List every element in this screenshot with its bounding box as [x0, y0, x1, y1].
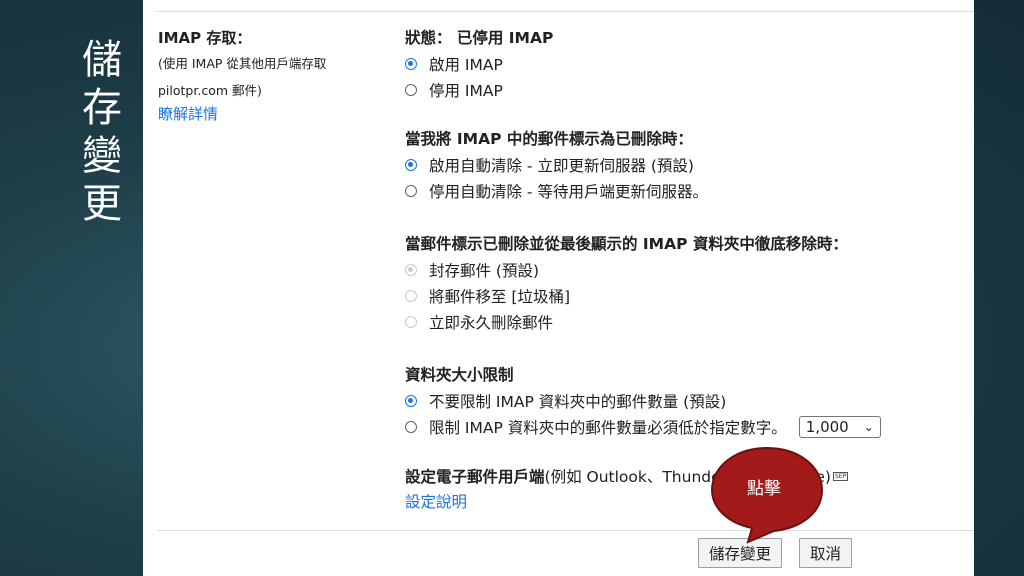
radio-button[interactable] — [405, 264, 417, 276]
imap-description-line: pilotpr.com 郵件) — [158, 83, 262, 98]
sep-glyph-icon: SEP — [832, 471, 849, 481]
imap-description-line: (使用 IMAP 從其他用戶端存取 — [158, 56, 327, 71]
deletion-title: 當郵件標示已刪除並從最後顯示的 IMAP 資料夾中徹底移除時： — [405, 235, 848, 253]
imap-settings-column: 狀態： 已停用 IMAP 啟用 IMAP 停用 IMAP 當我將 IMAP 中的… — [405, 28, 965, 512]
select-value: 1,000 — [805, 418, 849, 436]
radio-button[interactable] — [405, 58, 417, 70]
option-label: 停用 IMAP — [429, 82, 503, 100]
option-label: 啟用自動清除 - 立即更新伺服器 (預設) — [429, 157, 694, 175]
expunge-title: 當我將 IMAP 中的郵件標示為已刪除時： — [405, 130, 693, 148]
folder-limit-group: 資料夾大小限制 不要限制 IMAP 資料夾中的郵件數量 (預設) 限制 IMAP… — [405, 365, 965, 440]
imap-description: (使用 IMAP 從其他用戶端存取 pilotpr.com 郵件) — [158, 50, 388, 104]
option-label: 封存郵件 (預設) — [429, 262, 540, 280]
radio-button[interactable] — [405, 84, 417, 96]
option-label: 立即永久刪除郵件 — [429, 314, 554, 332]
option-label: 啟用 IMAP — [429, 56, 503, 74]
option-label: 限制 IMAP 資料夾中的郵件數量必須低於指定數字。 — [429, 419, 787, 437]
client-title-bold: 設定電子郵件用戶端 — [405, 468, 545, 486]
slide-title-char: 更 — [82, 181, 122, 227]
client-group: 設定電子郵件用戶端 (例如 Outlook、Thunderbird、iPhone… — [405, 462, 965, 512]
auto-expunge-off-option[interactable]: 停用自動清除 - 等待用戶端更新伺服器。 — [405, 178, 965, 204]
slide-title-char: 儲 — [82, 37, 122, 83]
divider — [157, 530, 974, 531]
imap-access-label: IMAP 存取： — [158, 29, 252, 47]
deletion-group: 當郵件標示已刪除並從最後顯示的 IMAP 資料夾中徹底移除時： 封存郵件 (預設… — [405, 234, 965, 335]
move-to-trash-option[interactable]: 將郵件移至 [垃圾桶] — [405, 283, 965, 309]
auto-expunge-on-option[interactable]: 啟用自動清除 - 立即更新伺服器 (預設) — [405, 152, 965, 178]
expunge-group: 當我將 IMAP 中的郵件標示為已刪除時： 啟用自動清除 - 立即更新伺服器 (… — [405, 129, 965, 204]
enable-imap-option[interactable]: 啟用 IMAP — [405, 51, 965, 77]
settings-panel: IMAP 存取： (使用 IMAP 從其他用戶端存取 pilotpr.com 郵… — [143, 0, 974, 576]
folder-limit-select[interactable]: 1,000 ⌄ — [798, 416, 881, 438]
learn-more-link[interactable]: 瞭解詳情 — [158, 104, 388, 124]
radio-button[interactable] — [405, 290, 417, 302]
configuration-instructions-link[interactable]: 設定說明 — [405, 493, 467, 511]
limit-option[interactable]: 限制 IMAP 資料夾中的郵件數量必須低於指定數字。 1,000 ⌄ — [405, 414, 965, 440]
disable-imap-option[interactable]: 停用 IMAP — [405, 77, 965, 103]
slide-title-char: 變 — [82, 133, 122, 179]
callout-text: 點擊 — [747, 479, 781, 499]
divider — [157, 11, 974, 12]
option-label: 將郵件移至 [垃圾桶] — [429, 288, 571, 306]
radio-button[interactable] — [405, 421, 417, 433]
slide-title: 儲 存 變 更 — [78, 36, 126, 228]
radio-button[interactable] — [405, 159, 417, 171]
radio-button[interactable] — [405, 316, 417, 328]
no-limit-option[interactable]: 不要限制 IMAP 資料夾中的郵件數量 (預設) — [405, 388, 965, 414]
chevron-down-icon: ⌄ — [863, 420, 874, 434]
slide-title-char: 存 — [82, 85, 122, 131]
option-label: 不要限制 IMAP 資料夾中的郵件數量 (預設) — [429, 393, 727, 411]
option-label: 停用自動清除 - 等待用戶端更新伺服器。 — [429, 183, 708, 201]
imap-label-column: IMAP 存取： (使用 IMAP 從其他用戶端存取 pilotpr.com 郵… — [158, 28, 388, 124]
folder-limit-title: 資料夾大小限制 — [405, 366, 514, 384]
delete-forever-option[interactable]: 立即永久刪除郵件 — [405, 309, 965, 335]
client-title: 設定電子郵件用戶端 (例如 Outlook、Thunderbird、iPhone… — [405, 462, 965, 490]
radio-button[interactable] — [405, 395, 417, 407]
imap-status: 狀態： 已停用 IMAP — [405, 29, 554, 47]
radio-button[interactable] — [405, 185, 417, 197]
archive-option[interactable]: 封存郵件 (預設) — [405, 257, 965, 283]
